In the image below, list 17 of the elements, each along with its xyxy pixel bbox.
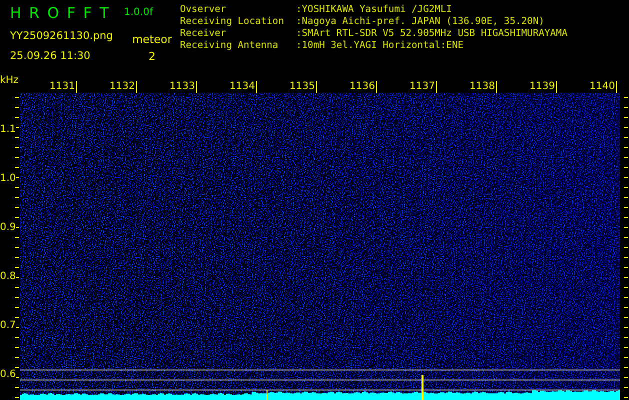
app-title: H R O F F T: [10, 4, 109, 24]
info-label: Receiver: [180, 28, 228, 40]
info-value: :Nagoya Aichi-pref. JAPAN (136.90E, 35.20N): [296, 16, 546, 28]
detection-label: meteor: [131, 33, 173, 46]
detection-count: 2: [148, 50, 156, 62]
info-label: Ovserver: [180, 4, 228, 16]
version-label: 1.0.0f: [124, 6, 153, 18]
frequency-unit: kHz: [0, 75, 20, 86]
frequency-marker: [266, 390, 268, 400]
file-name: YY2509261130.png: [10, 30, 114, 42]
info-value: :10mH 3el.YAGI Horizontal:ENE: [296, 40, 465, 52]
info-value: :YOSHIKAWA Yasufumi /JG2MLI: [296, 4, 453, 16]
info-value: :SMArt RTL-SDR V5 52.905MHz USB HIGASHIMURAYAMA: [296, 28, 568, 40]
timestamp: 25.09.26 11:30: [10, 50, 92, 62]
info-label: Receiving Location: [180, 16, 285, 28]
frequency-marker: [422, 375, 424, 400]
info-label: Receiving Antenna: [180, 40, 280, 52]
